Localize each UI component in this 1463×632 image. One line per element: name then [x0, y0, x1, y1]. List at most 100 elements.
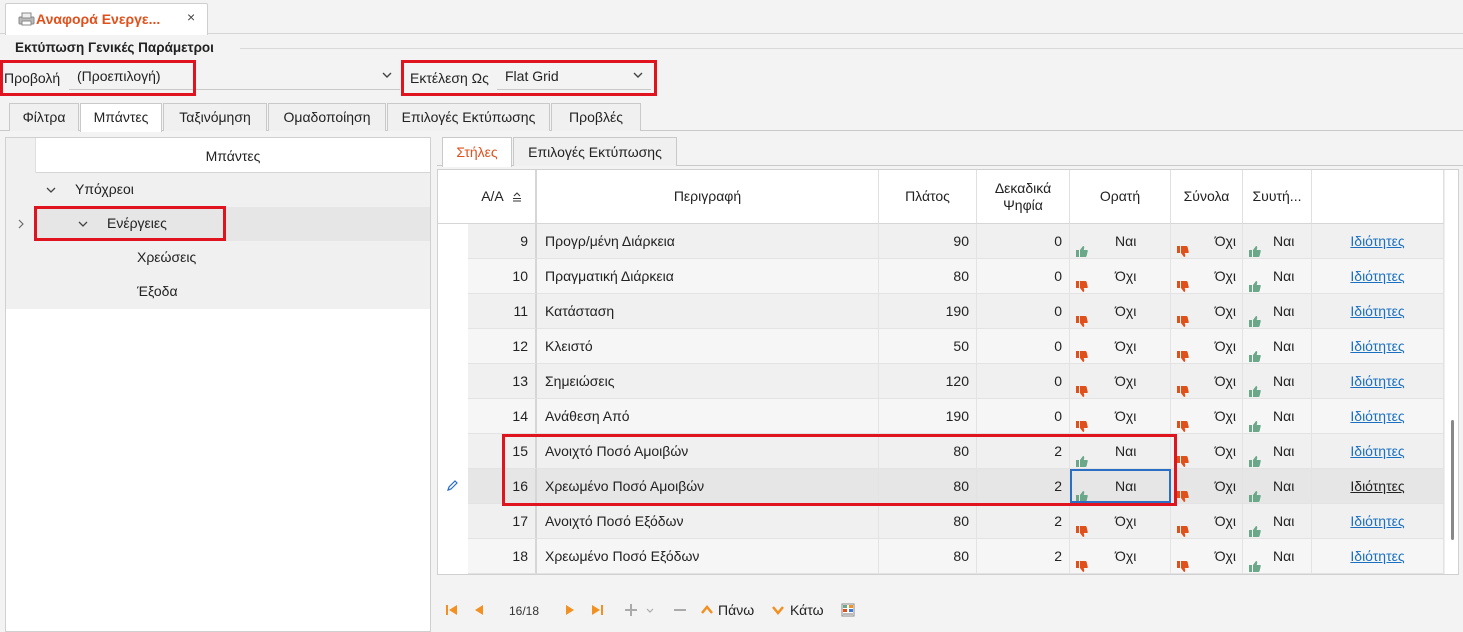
close-icon[interactable]: × [187, 9, 195, 25]
cell-group[interactable]: Ναι [1243, 364, 1312, 399]
header-aa[interactable]: Α/Α [468, 170, 537, 224]
grid-layout-icon[interactable] [841, 601, 855, 619]
properties-link[interactable]: Ιδιότητες [1350, 373, 1404, 389]
table-row[interactable]: 14 Ανάθεση Από 190 0 Όχι Όχι Ναι Ιδιότητες [438, 399, 1444, 434]
tree-node-actions[interactable]: Ενέργειες [6, 207, 430, 241]
cell-decimals[interactable]: 2 [977, 504, 1070, 539]
move-down-icon[interactable] [771, 601, 785, 619]
cell-decimals[interactable]: 0 [977, 294, 1070, 329]
cell-totals[interactable]: Όχι [1171, 224, 1243, 259]
properties-link[interactable]: Ιδιότητες [1350, 303, 1404, 319]
document-tab-report[interactable]: Αναφορά Ενεργε... × [5, 3, 208, 35]
remove-icon[interactable] [673, 601, 687, 619]
cell-visible[interactable]: Όχι [1070, 329, 1171, 364]
cell-aa[interactable]: 13 [468, 364, 537, 399]
move-up-icon[interactable] [700, 601, 714, 619]
first-record-icon[interactable] [445, 601, 459, 619]
cell-visible[interactable]: Ναι [1070, 434, 1171, 469]
cell-totals[interactable]: Όχι [1171, 364, 1243, 399]
cell-aa[interactable]: 18 [468, 539, 537, 574]
cell-visible[interactable]: Όχι [1070, 294, 1171, 329]
cell-decimals[interactable]: 2 [977, 539, 1070, 574]
properties-link[interactable]: Ιδιότητες [1350, 443, 1404, 459]
cell-aa[interactable]: 11 [468, 294, 537, 329]
table-row[interactable]: 12 Κλειστό 50 0 Όχι Όχι Ναι Ιδιότητες [438, 329, 1444, 364]
cell-totals[interactable]: Όχι [1171, 329, 1243, 364]
header-group[interactable]: Συυτή... [1243, 170, 1312, 224]
cell-group[interactable]: Ναι [1243, 504, 1312, 539]
properties-link[interactable]: Ιδιότητες [1350, 408, 1404, 424]
cell-aa[interactable]: 15 [468, 434, 537, 469]
tab-grouping[interactable]: Ομαδοποίηση [268, 103, 386, 131]
tab-bands[interactable]: Μπάντες [80, 103, 162, 132]
cell-group[interactable]: Ναι [1243, 329, 1312, 364]
cell-width[interactable]: 80 [879, 504, 977, 539]
move-up-label[interactable]: Πάνω [718, 602, 754, 618]
cell-totals[interactable]: Όχι [1171, 434, 1243, 469]
properties-link[interactable]: Ιδιότητες [1350, 268, 1404, 284]
chevron-down-icon[interactable] [78, 219, 88, 229]
cell-description[interactable]: Χρεωμένο Ποσό Αμοιβών [537, 469, 879, 504]
cell-aa[interactable]: 16 [468, 469, 537, 504]
cell-totals[interactable]: Όχι [1171, 259, 1243, 294]
tree-node-obligors[interactable]: Υπόχρεοι [6, 173, 430, 207]
table-row[interactable]: 18 Χρεωμένο Ποσό Εξόδων 80 2 Όχι Όχι Ναι Ιδιότη… [438, 539, 1444, 574]
cell-description[interactable]: Ανοιχτό Ποσό Εξόδων [537, 504, 879, 539]
cell-description[interactable]: Προγρ/μένη Διάρκεια [537, 224, 879, 259]
tab-filters[interactable]: Φίλτρα [9, 103, 79, 131]
tab-column-print-options[interactable]: Επιλογές Εκτύπωσης [513, 137, 677, 166]
tab-print-options[interactable]: Επιλογές Εκτύπωσης [387, 103, 550, 131]
cell-width[interactable]: 80 [879, 539, 977, 574]
cell-visible[interactable]: Ναι [1070, 469, 1171, 504]
cell-decimals[interactable]: 0 [977, 399, 1070, 434]
previous-record-icon[interactable] [473, 601, 485, 619]
header-totals[interactable]: Σύνολα [1171, 170, 1243, 224]
cell-visible[interactable]: Ναι [1070, 224, 1171, 259]
cell-width[interactable]: 80 [879, 259, 977, 294]
cell-totals[interactable]: Όχι [1171, 504, 1243, 539]
cell-description[interactable]: Σημειώσεις [537, 364, 879, 399]
table-row[interactable]: 11 Κατάσταση 190 0 Όχι Όχι Ναι Ιδιότητες [438, 294, 1444, 329]
tree-node-charges[interactable]: Χρεώσεις [6, 241, 430, 275]
cell-group[interactable]: Ναι [1243, 539, 1312, 574]
cell-aa[interactable]: 10 [468, 259, 537, 294]
add-icon[interactable] [624, 601, 638, 619]
execute-combo[interactable]: Flat Grid [497, 64, 651, 90]
table-row[interactable]: 13 Σημειώσεις 120 0 Όχι Όχι Ναι Ιδιότητες [438, 364, 1444, 399]
cell-group[interactable]: Ναι [1243, 399, 1312, 434]
next-record-icon[interactable] [564, 601, 576, 619]
cell-totals[interactable]: Όχι [1171, 399, 1243, 434]
properties-link[interactable]: Ιδιότητες [1350, 233, 1404, 249]
tab-columns[interactable]: Στήλες [442, 137, 512, 167]
cell-visible[interactable]: Όχι [1070, 504, 1171, 539]
cell-group[interactable]: Ναι [1243, 294, 1312, 329]
cell-group[interactable]: Ναι [1243, 259, 1312, 294]
properties-link[interactable]: Ιδιότητες [1350, 478, 1404, 494]
cell-width[interactable]: 120 [879, 364, 977, 399]
properties-link[interactable]: Ιδιότητες [1350, 338, 1404, 354]
tab-previews[interactable]: Προβλές [551, 103, 641, 131]
cell-width[interactable]: 190 [879, 294, 977, 329]
cell-aa[interactable]: 17 [468, 504, 537, 539]
cell-width[interactable]: 50 [879, 329, 977, 364]
cell-description[interactable]: Ανοιχτό Ποσό Αμοιβών [537, 434, 879, 469]
cell-decimals[interactable]: 0 [977, 224, 1070, 259]
cell-totals[interactable]: Όχι [1171, 539, 1243, 574]
cell-width[interactable]: 90 [879, 224, 977, 259]
cell-decimals[interactable]: 0 [977, 329, 1070, 364]
header-description[interactable]: Περιγραφή [537, 170, 879, 224]
cell-group[interactable]: Ναι [1243, 469, 1312, 504]
scrollbar-thumb[interactable] [1451, 420, 1454, 540]
cell-aa[interactable]: 12 [468, 329, 537, 364]
cell-width[interactable]: 190 [879, 399, 977, 434]
cell-visible[interactable]: Όχι [1070, 399, 1171, 434]
properties-link[interactable]: Ιδιότητες [1350, 513, 1404, 529]
cell-description[interactable]: Κλειστό [537, 329, 879, 364]
cell-visible[interactable]: Όχι [1070, 364, 1171, 399]
cell-decimals[interactable]: 0 [977, 364, 1070, 399]
cell-width[interactable]: 80 [879, 434, 977, 469]
cell-totals[interactable]: Όχι [1171, 469, 1243, 504]
table-row[interactable]: 10 Πραγματική Διάρκεια 80 0 Όχι Όχι Ναι Ιδιότητ… [438, 259, 1444, 294]
cell-group[interactable]: Ναι [1243, 434, 1312, 469]
cell-aa[interactable]: 14 [468, 399, 537, 434]
